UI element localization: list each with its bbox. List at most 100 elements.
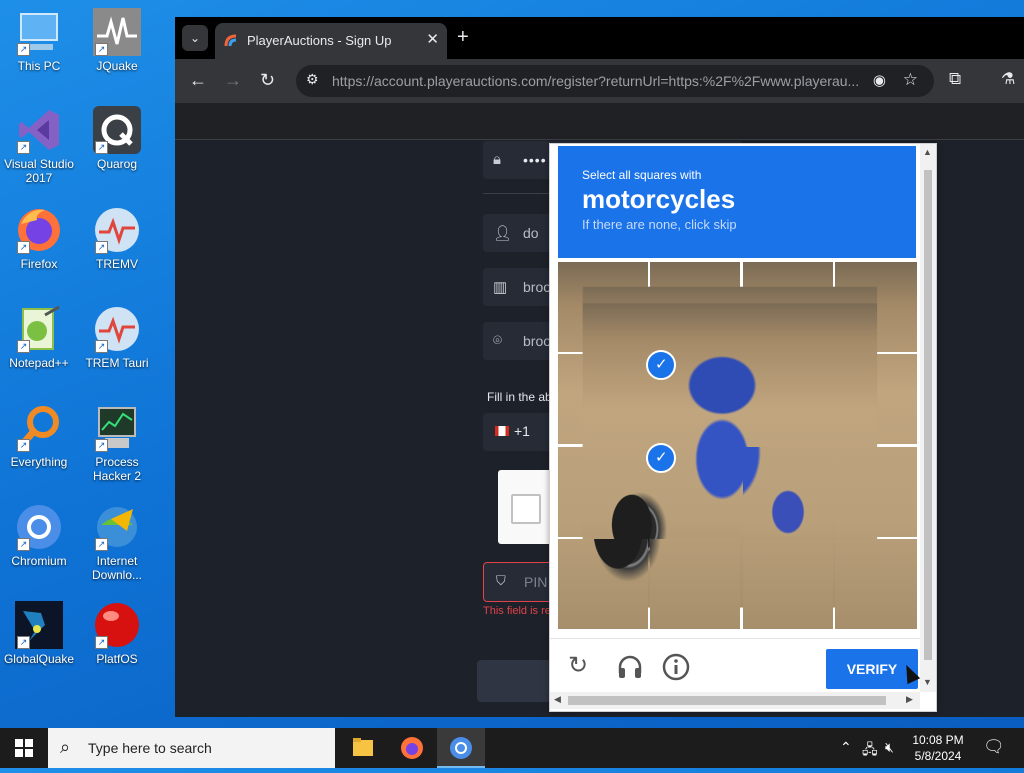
taskbar-clock[interactable]: 10:08 PM 5/8/2024 — [900, 732, 976, 764]
tray-chevron-up-icon[interactable]: ⌃ — [840, 739, 852, 756]
chevron-down-icon: ⌄ — [189, 31, 201, 45]
volume-muted-icon[interactable]: 🔇︎ — [885, 739, 894, 756]
reload-icon[interactable]: ↻ — [260, 69, 275, 91]
tab-search-button[interactable]: ⌄ — [182, 25, 208, 51]
motorcycle-photo-fragment — [742, 446, 833, 537]
desktop-icon-visual-studio[interactable]: ↗ Visual Studio 2017 — [0, 106, 78, 185]
folder-icon — [353, 738, 373, 756]
browser-toolbar: ← → ↻ ⚙ https://account.playerauctions.c… — [175, 59, 1024, 103]
desktop-icon-process-hacker[interactable]: ↗ Process Hacker 2 — [78, 404, 156, 483]
network-icon[interactable]: 🖧︎ — [862, 739, 878, 763]
taskbar-chromium[interactable] — [437, 728, 485, 768]
user-icon: 👤︎ — [493, 225, 513, 242]
everything-icon: ↗ — [15, 404, 63, 452]
captcha-tile[interactable]: ✓ — [582, 303, 878, 608]
site-settings-icon[interactable]: ⚙ — [306, 71, 319, 88]
eye-off-icon[interactable]: ◉ — [873, 71, 886, 89]
visual-studio-icon: ↗ — [15, 106, 63, 154]
vertical-scrollbar[interactable]: ▲ ▼ — [920, 144, 936, 692]
scroll-up-icon[interactable]: ▲ — [923, 147, 932, 157]
idm-icon: ↗ — [93, 503, 141, 551]
captcha-tile[interactable] — [742, 446, 833, 537]
jquake-icon: ↗ — [93, 8, 141, 56]
bookmark-star-icon[interactable]: ☆ — [903, 70, 918, 90]
desktop-icon-trem-tauri[interactable]: ↗ TREM Tauri — [78, 305, 156, 370]
notification-icon[interactable]: 🗨︎ — [983, 737, 1005, 757]
refresh-icon[interactable]: ↻ — [568, 653, 588, 679]
tab-playerauctions[interactable]: PlayerAuctions - Sign Up ✕ — [215, 23, 447, 59]
captcha-prompt: Select all squares with motorcycles If t… — [558, 146, 916, 258]
desktop-icon-platfos[interactable]: ↗ PlatfOS — [78, 601, 156, 666]
extensions-icon[interactable]: ⧉ — [949, 69, 961, 89]
motorcycle-photo-fragment — [742, 538, 833, 629]
forward-icon[interactable]: → — [224, 69, 242, 91]
desktop-icon-notepadpp[interactable]: ↗ Notepad++ — [0, 305, 78, 370]
trem-tauri-icon: ↗ — [93, 305, 141, 353]
notepadpp-icon: ↗ — [15, 305, 63, 353]
firefox-icon — [401, 737, 423, 759]
firefox-icon: ↗ — [15, 206, 63, 254]
captcha-tile[interactable] — [834, 446, 925, 537]
submit-button[interactable] — [477, 660, 557, 702]
canada-flag-icon — [495, 426, 509, 436]
search-icon: ⌕ — [60, 737, 71, 757]
taskbar: ⌕ Type here to search ⌃ 🖧︎ 🔇︎ 10:08 PM 5… — [0, 728, 1024, 768]
scroll-left-icon[interactable]: ◀ — [554, 694, 561, 705]
map-icon: ▥ — [493, 279, 508, 296]
windows-start-icon[interactable] — [15, 739, 33, 757]
playerauctions-favicon-icon — [223, 33, 239, 49]
location-pin-icon: ⌾ — [493, 332, 503, 349]
tab-title: PlayerAuctions - Sign Up — [247, 33, 392, 48]
captcha-target: motorcycles — [582, 184, 736, 214]
chromium-icon — [450, 737, 472, 759]
headphones-icon[interactable] — [616, 653, 644, 685]
desktop-icon-tremv[interactable]: ↗ TREMV — [78, 206, 156, 271]
desktop-icon-this-pc[interactable]: ↗ This PC — [0, 8, 78, 73]
motorcycle-photo-fragment — [834, 446, 917, 537]
labs-flask-icon[interactable]: ⚗ — [1001, 69, 1015, 89]
tab-bar: ⌄ PlayerAuctions - Sign Up ✕ + — [175, 17, 1024, 59]
back-icon[interactable]: ← — [189, 69, 207, 91]
scroll-down-icon[interactable]: ▼ — [923, 677, 932, 687]
shield-icon: ⛉ — [496, 573, 506, 588]
captcha-checkbox[interactable] — [511, 494, 541, 524]
captcha-tile[interactable] — [558, 538, 648, 629]
desktop-icon-internet-download-manager[interactable]: ↗ Internet Downlo... — [78, 503, 156, 582]
captcha-challenge: Select all squares with motorcycles If t… — [549, 143, 937, 712]
new-tab-icon[interactable]: + — [457, 26, 469, 48]
taskbar-file-explorer[interactable] — [339, 728, 387, 768]
address-bar[interactable]: ⚙ https://account.playerauctions.com/reg… — [296, 65, 934, 97]
scroll-thumb-horizontal[interactable] — [568, 696, 886, 705]
captcha-tile[interactable] — [742, 538, 833, 629]
captcha-grid: ✓ ✓ — [558, 262, 917, 633]
info-icon[interactable] — [662, 653, 690, 687]
tremv-icon: ↗ — [93, 206, 141, 254]
chromium-icon: ↗ — [15, 503, 63, 551]
scroll-right-icon[interactable]: ▶ — [906, 694, 913, 705]
desktop-icon-everything[interactable]: ↗ Everything — [0, 404, 78, 469]
quarog-icon: ↗ — [93, 106, 141, 154]
motorcycle-photo-fragment — [834, 538, 917, 629]
scroll-thumb[interactable] — [924, 170, 932, 660]
close-tab-icon[interactable]: ✕ — [426, 30, 439, 48]
taskbar-search-box[interactable]: ⌕ Type here to search — [48, 728, 335, 768]
desktop-icon-chromium[interactable]: ↗ Chromium — [0, 503, 78, 568]
url-text: https://account.playerauctions.com/regis… — [332, 73, 860, 89]
desktop-icon-jquake[interactable]: ↗ JQuake — [78, 8, 156, 73]
horizontal-scrollbar[interactable]: ◀ ▶ — [550, 692, 920, 709]
motorcycle-photo-fragment — [558, 538, 648, 629]
bookmarks-bar — [175, 103, 1024, 140]
platfos-icon: ↗ — [93, 601, 141, 649]
form-hint: Fill in the ab — [487, 390, 552, 404]
desktop-icon-firefox[interactable]: ↗ Firefox — [0, 206, 78, 271]
computer-icon: ↗ — [15, 8, 63, 56]
desktop-icon-quarog[interactable]: ↗ Quarog — [78, 106, 156, 171]
process-hacker-icon: ↗ — [93, 404, 141, 452]
globalquake-icon: ↗ — [15, 601, 63, 649]
captcha-tile[interactable] — [650, 538, 741, 629]
taskbar-firefox[interactable] — [388, 728, 436, 768]
motorcycle-photo-fragment — [650, 538, 741, 629]
desktop-icon-globalquake[interactable]: ↗ GlobalQuake — [0, 601, 78, 666]
checkmark-icon: ✓ — [646, 442, 677, 473]
captcha-tile[interactable] — [834, 538, 925, 629]
